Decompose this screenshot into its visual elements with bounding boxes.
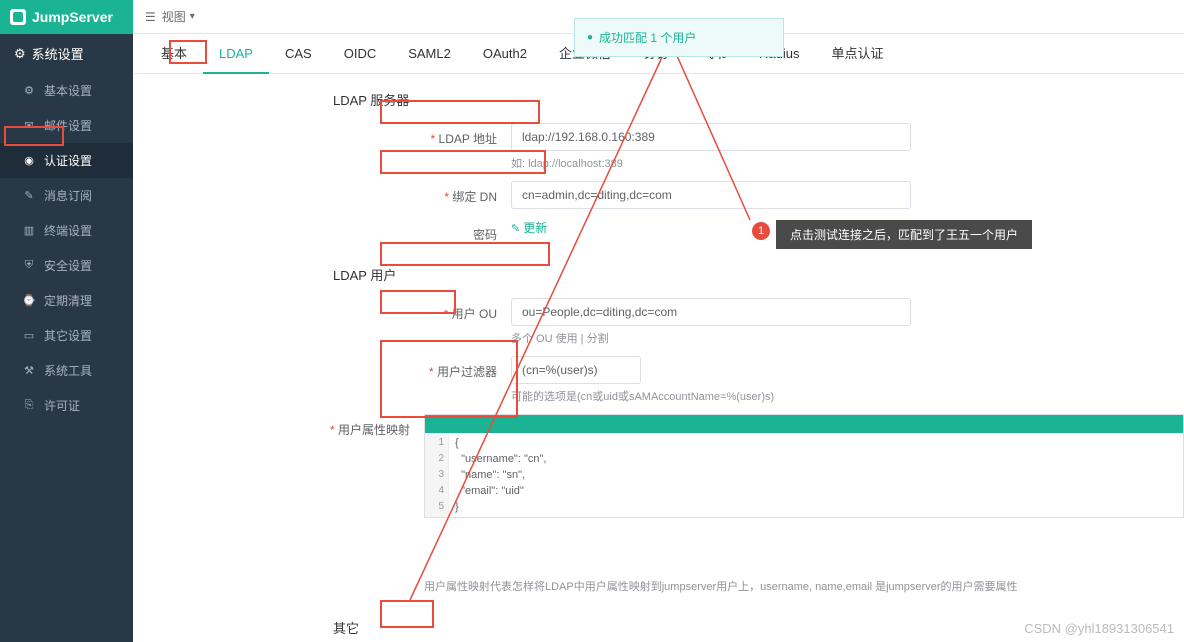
code-text[interactable]: { "username": "cn", "name": "sn", "email…	[449, 433, 552, 517]
bind-dn-input[interactable]	[511, 181, 911, 209]
sidebar-icon: ✉	[22, 119, 36, 133]
code-header	[425, 415, 1183, 433]
code-gutter: 12345	[425, 433, 449, 517]
callout-text: 点击测试连接之后，匹配到了王五一个用户	[776, 220, 1032, 249]
tab-LDAP[interactable]: LDAP	[203, 34, 269, 74]
sidebar-item-6[interactable]: ⌚ 定期清理	[0, 283, 133, 318]
sidebar-item-1[interactable]: ✉ 邮件设置	[0, 108, 133, 143]
sidebar: JumpServer 系统设置 ⚙ 基本设置 ✉ 邮件设置 ◉ 认证设置 ✎ 消息订阅 ▥ 终端设…	[0, 0, 133, 642]
sidebar-item-2[interactable]: ◉ 认证设置	[0, 143, 133, 178]
sidebar-item-label: 认证设置	[44, 152, 92, 169]
tab-基本[interactable]: 基本	[145, 34, 203, 74]
main: 视图 ▾ 基本LDAPCASOIDCSAML2OAuth2企业微信钉钉飞书Rad…	[133, 0, 1184, 642]
user-ou-hint: 多个 OU 使用 | 分割	[511, 330, 1184, 346]
label-attr-map: 用户属性映射	[133, 414, 424, 438]
ldap-url-hint: 如: ldap://localhost:389	[511, 155, 1184, 171]
sidebar-item-5[interactable]: ⛨ 安全设置	[0, 248, 133, 283]
tab-OAuth2[interactable]: OAuth2	[467, 34, 543, 74]
sidebar-title: 系统设置	[0, 34, 133, 73]
view-switch[interactable]: 视图	[162, 8, 186, 25]
tab-CAS[interactable]: CAS	[269, 34, 328, 74]
sidebar-item-4[interactable]: ▥ 终端设置	[0, 213, 133, 248]
label-password: 密码	[133, 219, 511, 243]
sidebar-item-label: 其它设置	[44, 327, 92, 344]
sidebar-icon: ⛨	[22, 259, 36, 273]
user-filter-hint: 可能的选项是(cn或uid或sAMAccountName=%(user)s)	[511, 388, 1184, 404]
tab-SAML2[interactable]: SAML2	[392, 34, 467, 74]
attr-map-hint: 用户属性映射代表怎样将LDAP中用户属性映射到jumpserver用户上，use…	[424, 578, 1184, 594]
attr-map-editor[interactable]: 12345 { "username": "cn", "name": "sn", …	[424, 414, 1184, 518]
chevron-down-icon: ▾	[190, 11, 195, 22]
label-bind-dn: 绑定 DN	[133, 181, 511, 205]
tab-OIDC[interactable]: OIDC	[328, 34, 393, 74]
sidebar-icon: ▥	[22, 224, 36, 238]
callout-number: 1	[752, 222, 770, 240]
label-ldap-url: LDAP 地址	[133, 123, 511, 147]
sidebar-icon: ⚒	[22, 364, 36, 378]
sidebar-item-0[interactable]: ⚙ 基本设置	[0, 73, 133, 108]
sidebar-item-label: 消息订阅	[44, 187, 92, 204]
sidebar-item-7[interactable]: ▭ 其它设置	[0, 318, 133, 353]
user-ou-input[interactable]	[511, 298, 911, 326]
brand-logo: JumpServer	[0, 0, 133, 34]
sidebar-item-label: 基本设置	[44, 82, 92, 99]
user-filter-input[interactable]	[511, 356, 641, 384]
sidebar-item-8[interactable]: ⚒ 系统工具	[0, 353, 133, 388]
brand-text: JumpServer	[32, 9, 113, 25]
section-server: LDAP 服务器	[133, 90, 1184, 123]
sidebar-icon: ⎘	[22, 399, 36, 413]
sidebar-icon: ▭	[22, 329, 36, 343]
watermark: CSDN @yhl18931306541	[1024, 621, 1174, 636]
sidebar-item-3[interactable]: ✎ 消息订阅	[0, 178, 133, 213]
tab-单点认证[interactable]: 单点认证	[815, 34, 899, 74]
sidebar-item-label: 系统工具	[44, 362, 92, 379]
sidebar-item-label: 邮件设置	[44, 117, 92, 134]
sidebar-item-label: 安全设置	[44, 257, 92, 274]
update-password-link[interactable]: 更新	[511, 221, 547, 235]
label-user-ou: 用户 OU	[133, 298, 511, 322]
sidebar-item-9[interactable]: ⎘ 许可证	[0, 388, 133, 423]
sidebar-item-label: 终端设置	[44, 222, 92, 239]
content: LDAP 服务器 LDAP 地址 如: ldap://localhost:389…	[133, 74, 1184, 642]
sidebar-item-label: 定期清理	[44, 292, 92, 309]
sidebar-icon: ✎	[22, 189, 36, 203]
sidebar-icon: ⌚	[22, 294, 36, 308]
section-user: LDAP 用户	[133, 253, 1184, 298]
sidebar-icon: ⚙	[22, 84, 36, 98]
ldap-url-input[interactable]	[511, 123, 911, 151]
sidebar-icon: ◉	[22, 154, 36, 168]
logo-icon	[10, 9, 26, 25]
sidebar-item-label: 许可证	[44, 397, 80, 414]
notification: 成功匹配 1 个用户	[574, 18, 784, 57]
label-user-filter: 用户过滤器	[133, 356, 511, 380]
